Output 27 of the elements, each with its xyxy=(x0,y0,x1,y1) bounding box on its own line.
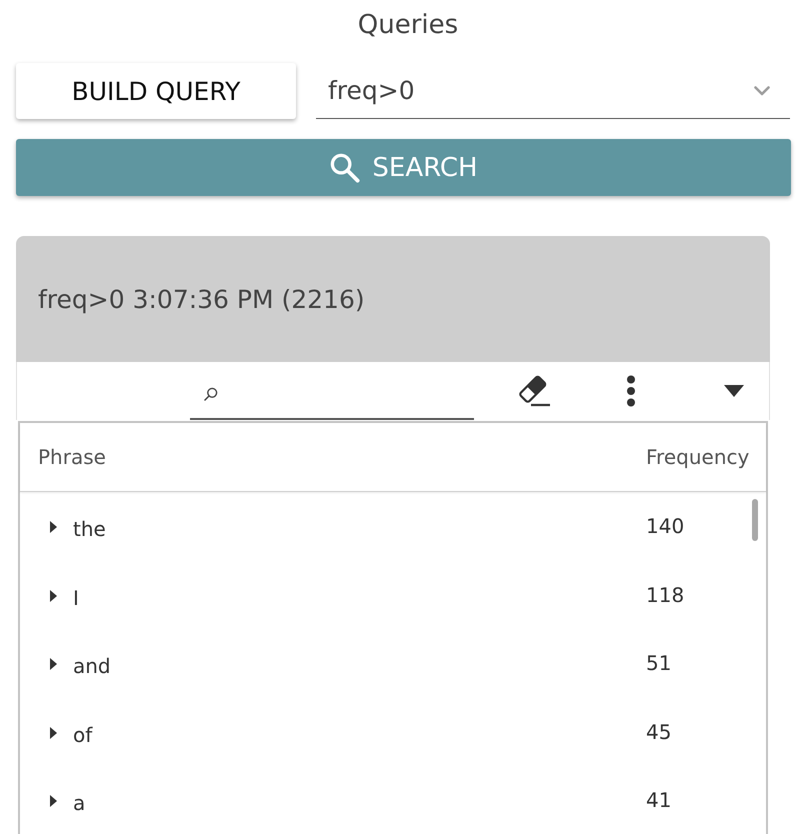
phrase-cell: a xyxy=(73,791,86,816)
column-header[interactable]: Phrase xyxy=(38,445,106,469)
frequency-cell-text: 41 xyxy=(646,788,672,814)
expand-caret-icon[interactable] xyxy=(50,590,57,602)
phrase-cell: and xyxy=(73,654,111,678)
chevron-down-icon xyxy=(754,86,770,96)
scrollbar-thumb[interactable] xyxy=(752,499,758,541)
expand-caret-icon[interactable] xyxy=(50,795,57,808)
phrase-cell: I xyxy=(73,586,79,610)
frequency-cell-text: 45 xyxy=(646,720,672,746)
column-header[interactable]: Frequency xyxy=(646,445,750,469)
expand-caret-icon[interactable] xyxy=(50,521,57,534)
phrase-cell: the xyxy=(73,517,106,542)
caret-down-icon[interactable] xyxy=(724,385,744,397)
frequency-cell-text: 140 xyxy=(646,514,684,540)
frequency-cell-text: 118 xyxy=(646,582,684,609)
page-title: Queries xyxy=(356,9,460,42)
build-query-button[interactable]: BUILD QUERY xyxy=(16,63,296,119)
search-icon xyxy=(204,387,218,401)
expand-caret-icon[interactable] xyxy=(50,658,57,670)
frequency-cell-text: 51 xyxy=(646,651,672,678)
query-select[interactable]: freq>0 xyxy=(316,63,790,119)
more-options-icon[interactable] xyxy=(626,375,636,407)
expand-caret-icon[interactable] xyxy=(50,726,57,739)
phrase-cell: of xyxy=(73,722,92,747)
search-icon xyxy=(329,152,360,183)
result-title: freq>0 3:07:36 PM (2216) xyxy=(38,284,365,314)
